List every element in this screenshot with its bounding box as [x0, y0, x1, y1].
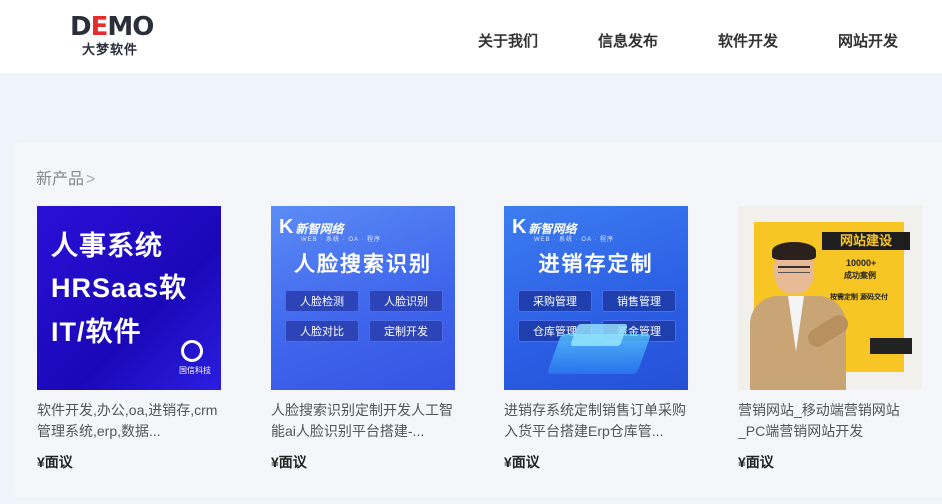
product-card[interactable]: 网站建设 10000+ 成功案例 按需定制 源码交付 营销网站_移动端营销网站_…: [738, 206, 928, 472]
logo-subtitle: 大梦软件: [82, 42, 139, 57]
nav-item-software-dev[interactable]: 软件开发: [718, 30, 778, 51]
image-brand-sub: WEB · 系统 · OA · 程序: [534, 237, 615, 243]
product-title[interactable]: 进销存系统定制销售订单采购入货平台搭建Erp仓库管...: [504, 400, 690, 442]
image-text-line: HRSaas软: [51, 273, 188, 303]
image-pill: 人脸识别: [369, 290, 443, 312]
product-price: ¥面议: [504, 454, 540, 470]
image-count-label: 成功案例: [844, 271, 876, 280]
product-price: ¥面议: [271, 454, 307, 470]
chevron-right-icon: >: [86, 171, 96, 188]
product-price: ¥面议: [738, 454, 774, 470]
product-image[interactable]: K 新智网络 WEB · 系统 · OA · 程序 人脸搜索识别 人脸检测 人脸识…: [271, 206, 455, 390]
section-title-new-products[interactable]: 新产品 >: [36, 165, 95, 189]
nav-item-website-dev[interactable]: 网站开发: [838, 30, 898, 51]
product-image[interactable]: 人事系统 HRSaas软 IT/软件 国信科技: [37, 206, 221, 390]
image-pill: 定制开发: [369, 320, 443, 342]
image-count: 10000+: [846, 258, 877, 268]
product-image[interactable]: 网站建设 10000+ 成功案例 按需定制 源码交付: [738, 206, 922, 390]
image-logo-text: 国信科技: [179, 366, 211, 375]
product-title[interactable]: 软件开发,办公,oa,进销存,crm管理系统,erp,数据...: [37, 400, 223, 442]
person-illustration: [750, 242, 852, 390]
image-pill: 采购管理: [518, 290, 592, 312]
product-card[interactable]: 人事系统 HRSaas软 IT/软件 国信科技 软件开发,办公,oa,进销存,c…: [37, 206, 227, 472]
image-headline: 人脸搜索识别: [294, 253, 432, 276]
logo-wordmark: DEMO: [70, 12, 154, 42]
new-products-panel: 新产品 > 人事系统 HRSaas软 IT/软件 国信科技 软件开发,办公,oa,…: [14, 142, 942, 497]
image-pill: 销售管理: [602, 290, 676, 312]
brand-k-icon: K: [512, 216, 527, 238]
image-brand-sub: WEB · 系统 · OA · 程序: [301, 237, 382, 243]
brand-k-icon: K: [279, 216, 294, 238]
product-price: ¥面议: [37, 454, 73, 470]
product-title[interactable]: 人脸搜索识别定制开发人工智能ai人脸识别平台搭建-...: [271, 400, 457, 442]
product-image[interactable]: K 新智网络 WEB · 系统 · OA · 程序 进销存定制 采购管理 销售管理…: [504, 206, 688, 390]
nav-item-news[interactable]: 信息发布: [598, 30, 658, 51]
image-pill: 人脸对比: [285, 320, 359, 342]
image-text-line: 人事系统: [51, 231, 163, 261]
chip-illustration-icon: [569, 324, 629, 346]
image-pill: 人脸检测: [285, 290, 359, 312]
site-logo[interactable]: DEMO 大梦软件: [70, 12, 160, 58]
nav-item-about[interactable]: 关于我们: [478, 30, 538, 51]
product-title[interactable]: 营销网站_移动端营销网站_PC端营销网站开发: [738, 400, 924, 442]
image-headline: 进销存定制: [538, 253, 654, 276]
image-text-line: IT/软件: [51, 317, 142, 347]
product-card[interactable]: K 新智网络 WEB · 系统 · OA · 程序 进销存定制 采购管理 销售管理…: [504, 206, 694, 472]
globe-logo-icon: [181, 340, 203, 362]
product-card[interactable]: K 新智网络 WEB · 系统 · OA · 程序 人脸搜索识别 人脸检测 人脸识…: [271, 206, 461, 472]
site-header: DEMO 大梦软件 关于我们 信息发布 软件开发 网站开发: [0, 0, 942, 75]
black-bar: [870, 338, 912, 354]
